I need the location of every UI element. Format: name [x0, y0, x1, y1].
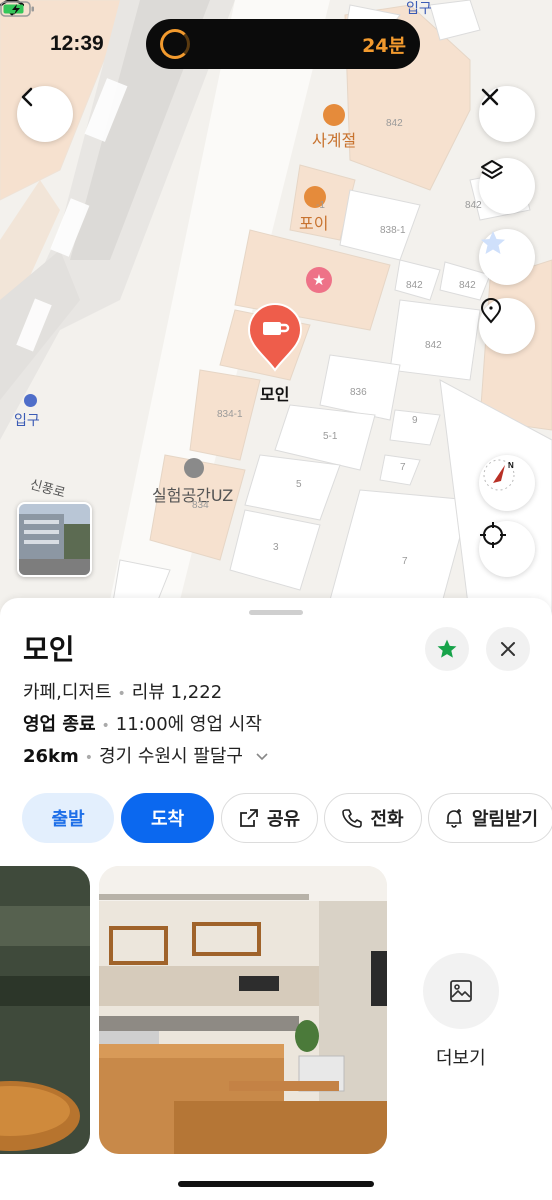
- sheet-grabber[interactable]: [249, 610, 303, 615]
- status-time: 12:39: [50, 32, 104, 55]
- phone-icon: [342, 809, 363, 828]
- notify-button[interactable]: 알림받기: [428, 793, 552, 843]
- battery-icon: [0, 1, 34, 17]
- separator-dot: •: [84, 750, 94, 766]
- my-places-button[interactable]: [479, 298, 535, 354]
- lot-number: 7: [400, 462, 406, 473]
- dynamic-island[interactable]: 24분: [146, 19, 420, 69]
- map-view[interactable]: 입구 입구 사계절 포이 ★ 모인 실험공간UZ 842 838-1 842 8…: [0, 0, 552, 620]
- svg-text:N: N: [508, 461, 514, 470]
- star-filled-icon: [437, 639, 457, 658]
- map-layers-button[interactable]: [479, 158, 535, 214]
- poi-label-moin[interactable]: 모인: [260, 381, 289, 405]
- close-map-button[interactable]: [479, 86, 535, 142]
- eta-text: 24분: [362, 35, 406, 57]
- poi-label-poi[interactable]: 포이: [299, 210, 328, 234]
- layers-icon: [481, 160, 503, 179]
- entrance-label-top[interactable]: 입구: [406, 0, 432, 18]
- review-count[interactable]: 리뷰 1,222: [132, 682, 222, 703]
- entrance-label-left[interactable]: 입구: [14, 410, 40, 430]
- action-bar: 출발 도착 공유 전화 알림받기: [22, 793, 552, 843]
- more-photos-button[interactable]: [423, 953, 499, 1029]
- chevron-down-icon: [256, 753, 268, 761]
- lot-number: -1: [316, 200, 325, 211]
- lot-number: 842: [406, 280, 423, 291]
- chevron-left-icon: [21, 87, 33, 107]
- my-location-button[interactable]: [479, 521, 535, 577]
- lot-number: 842: [386, 118, 403, 129]
- home-indicator[interactable]: [178, 1181, 374, 1187]
- street-view-image: [19, 504, 90, 575]
- arrive-route-label: 도착: [150, 809, 185, 830]
- entrance-icon: [24, 394, 37, 407]
- more-photos-label[interactable]: 더보기: [436, 1044, 486, 1070]
- lot-number: 838-1: [380, 225, 406, 236]
- save-favorite-button[interactable]: [425, 627, 469, 671]
- street-view-thumbnail[interactable]: [17, 502, 92, 577]
- call-button[interactable]: 전화: [324, 793, 422, 843]
- call-label: 전화: [370, 809, 404, 830]
- place-detail-sheet[interactable]: 모인 카페,디저트 • 리뷰 1,222 영업 종료 • 11:00에 영업 시작 26…: [0, 598, 552, 1200]
- lot-number: 5-1: [323, 431, 338, 442]
- lot-number: 834-1: [217, 409, 243, 420]
- star-pin-icon[interactable]: ★: [306, 267, 332, 293]
- lot-number: 3: [273, 542, 279, 553]
- place-category: 카페,디저트: [23, 682, 112, 703]
- place-photo[interactable]: [0, 866, 90, 1154]
- separator-dot: •: [101, 718, 110, 734]
- open-status: 영업 종료: [23, 714, 96, 735]
- category-line: 카페,디저트 • 리뷰 1,222: [23, 678, 222, 704]
- star-icon: [481, 231, 505, 254]
- poi-label-sagyejeol[interactable]: 사계절: [312, 127, 356, 151]
- lot-number: 9: [412, 415, 418, 426]
- location-pin-icon: [480, 298, 502, 324]
- lot-number: 834: [192, 500, 209, 511]
- progress-ring-icon: [160, 29, 190, 59]
- start-route-label: 출발: [51, 809, 85, 830]
- separator-dot: •: [117, 686, 126, 702]
- notify-label: 알림받기: [471, 809, 539, 830]
- close-icon: [481, 88, 499, 106]
- lot-number: 842: [465, 200, 482, 211]
- place-title: 모인: [23, 633, 75, 666]
- distance: 26km: [23, 746, 79, 767]
- gallery-pin-icon[interactable]: [184, 458, 204, 478]
- start-route-button[interactable]: 출발: [22, 793, 114, 843]
- open-next: 11:00에 영업 시작: [115, 714, 262, 735]
- favorites-map-button[interactable]: [479, 229, 535, 285]
- share-icon: [240, 809, 258, 827]
- crosshair-icon: [480, 522, 506, 548]
- hours-line[interactable]: 영업 종료 • 11:00에 영업 시작: [23, 710, 262, 736]
- image-icon: [450, 980, 472, 1002]
- cafe-pin-icon[interactable]: [323, 104, 345, 126]
- share-label: 공유: [266, 809, 301, 830]
- bell-plus-icon: [446, 809, 462, 828]
- cafe-marker-icon: [247, 303, 303, 372]
- address-line[interactable]: 26km • 경기 수원시 팔달구: [23, 742, 269, 768]
- address: 경기 수원시 팔달구: [99, 746, 243, 767]
- close-icon: [501, 642, 515, 656]
- lot-number: 842: [425, 340, 442, 351]
- lot-number: 842: [459, 280, 476, 291]
- lot-number: 5: [296, 479, 302, 490]
- compass-button[interactable]: N: [479, 455, 535, 511]
- lot-number: 836: [350, 387, 367, 398]
- place-photo-image: [99, 866, 387, 1154]
- place-photo-image: [0, 866, 90, 1154]
- back-button[interactable]: [17, 86, 73, 142]
- lot-number: 7: [402, 556, 408, 567]
- share-button[interactable]: 공유: [221, 793, 318, 843]
- selected-place-marker[interactable]: [247, 302, 303, 372]
- compass-icon: N: [483, 459, 515, 491]
- close-sheet-button[interactable]: [486, 627, 530, 671]
- place-photo[interactable]: [99, 866, 387, 1154]
- arrive-route-button[interactable]: 도착: [121, 793, 214, 843]
